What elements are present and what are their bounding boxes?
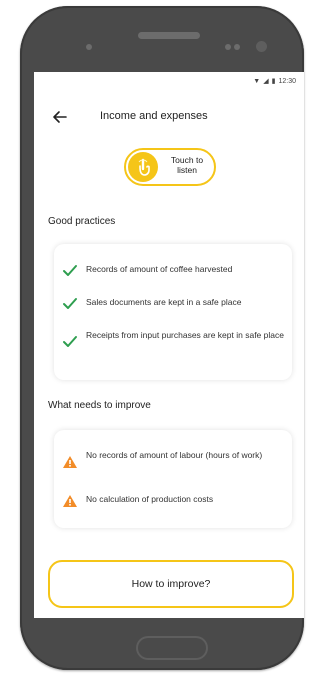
- arrow-left-icon: [53, 111, 67, 123]
- status-bar: ▼ ◢ ▮ 12:30: [253, 78, 296, 85]
- hand-touch-icon: [128, 152, 158, 182]
- list-item: Receipts from input purchases are kept i…: [62, 330, 284, 349]
- warning-triangle-icon: [63, 456, 77, 468]
- needs-improve-title: What needs to improve: [48, 400, 151, 411]
- needs-improve-card: No records of amount of labour (hours of…: [54, 430, 292, 528]
- check-icon: [63, 336, 77, 347]
- signal-icon: ◢: [263, 78, 269, 85]
- page-title: Income and expenses: [100, 110, 208, 122]
- sensor-dot: [225, 44, 231, 50]
- home-button[interactable]: [136, 636, 208, 660]
- list-item-text: Records of amount of coffee harvested: [86, 264, 233, 274]
- list-item-text: Receipts from input purchases are kept i…: [86, 330, 284, 340]
- list-item: No records of amount of labour (hours of…: [62, 450, 284, 469]
- list-item: Sales documents are kept in a safe place: [62, 297, 284, 311]
- list-item-text: No calculation of production costs: [86, 494, 214, 504]
- list-item-text: Sales documents are kept in a safe place: [86, 297, 242, 307]
- speaker-grille: [138, 32, 200, 39]
- check-icon: [63, 265, 77, 276]
- back-button[interactable]: [52, 109, 68, 125]
- wifi-icon: ▼: [253, 78, 261, 85]
- check-icon: [63, 298, 77, 309]
- battery-icon: ▮: [271, 78, 276, 85]
- sensor-dot: [86, 44, 92, 50]
- front-camera: [256, 41, 267, 52]
- warning-triangle-icon: [63, 495, 77, 507]
- touch-to-listen-label: Touch to listen: [170, 155, 204, 175]
- good-practices-title: Good practices: [48, 216, 116, 227]
- good-practices-card: Records of amount of coffee harvested Sa…: [54, 244, 292, 380]
- sensor-dot: [234, 44, 240, 50]
- touch-to-listen-button[interactable]: Touch to listen: [124, 148, 216, 186]
- how-to-improve-button[interactable]: How to improve?: [48, 560, 294, 608]
- app-screen: ▼ ◢ ▮ 12:30 Income and expenses Touch to…: [34, 72, 304, 618]
- list-item: Records of amount of coffee harvested: [62, 264, 284, 278]
- status-time: 12:30: [278, 78, 296, 85]
- list-item: No calculation of production costs: [62, 494, 284, 508]
- list-item-text: No records of amount of labour (hours of…: [86, 450, 263, 460]
